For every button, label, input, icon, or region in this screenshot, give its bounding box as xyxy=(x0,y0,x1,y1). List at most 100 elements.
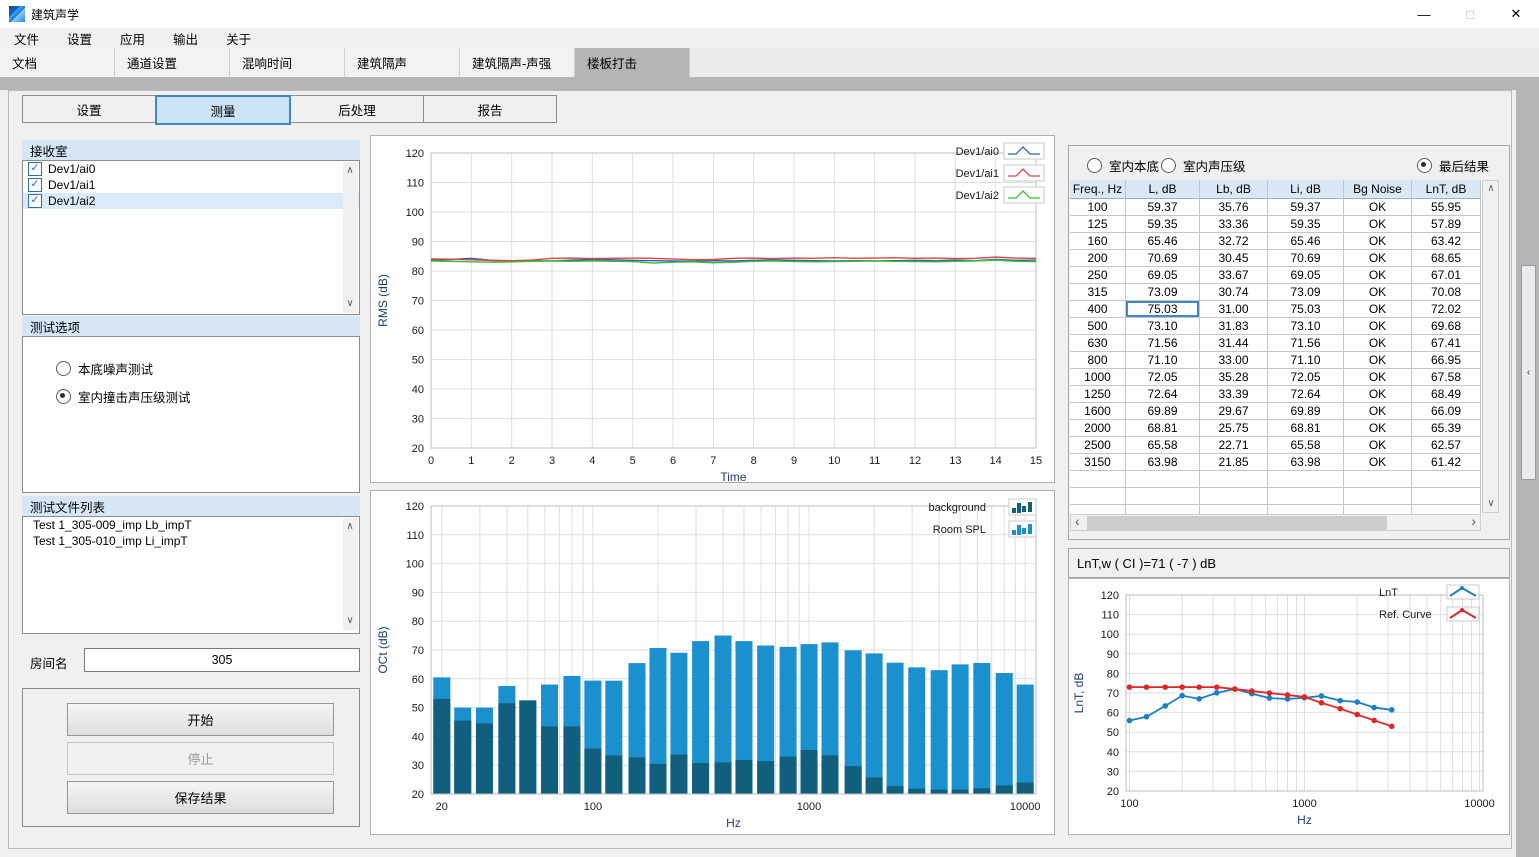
scroll-up-icon[interactable] xyxy=(345,166,355,176)
test-file-list[interactable]: Test 1_305-009_imp Lb_impTTest 1_305-010… xyxy=(22,516,360,634)
table-cell[interactable]: 160 xyxy=(1070,233,1126,250)
table-cell[interactable] xyxy=(1268,488,1344,505)
collapse-panel-button[interactable]: ‹ xyxy=(1521,265,1536,480)
minimize-button[interactable]: — xyxy=(1401,0,1447,28)
table-cell[interactable]: 31.83 xyxy=(1200,318,1268,335)
stop-button[interactable]: 停止 xyxy=(67,742,334,775)
result-filter-0[interactable]: 室内本底 xyxy=(1087,156,1159,175)
table-cell[interactable]: 63.42 xyxy=(1412,233,1481,250)
channel-checkbox[interactable] xyxy=(28,162,42,176)
radio-icon[interactable] xyxy=(1087,158,1102,173)
menu-item-2[interactable]: 应用 xyxy=(106,28,159,48)
table-cell[interactable]: 67.58 xyxy=(1412,369,1481,386)
scroll-up-icon[interactable] xyxy=(345,522,355,532)
table-cell[interactable]: 68.49 xyxy=(1412,386,1481,403)
table-cell[interactable]: 65.58 xyxy=(1268,437,1344,454)
table-cell[interactable] xyxy=(1412,488,1481,505)
file-item-1[interactable]: Test 1_305-010_imp Li_impT xyxy=(23,533,359,549)
receiver-list-scrollbar[interactable] xyxy=(343,162,358,313)
table-cell[interactable]: 31.44 xyxy=(1200,335,1268,352)
file-item-0[interactable]: Test 1_305-009_imp Lb_impT xyxy=(23,517,359,533)
table-cell[interactable]: 72.05 xyxy=(1268,369,1344,386)
scroll-left-icon[interactable] xyxy=(1075,516,1080,529)
scroll-down-icon[interactable] xyxy=(1486,499,1496,509)
table-cell[interactable]: 100 xyxy=(1070,199,1126,216)
table-cell[interactable] xyxy=(1412,471,1481,488)
table-cell[interactable]: 57.89 xyxy=(1412,216,1481,233)
table-cell[interactable]: 67.41 xyxy=(1412,335,1481,352)
table-cell[interactable]: OK xyxy=(1344,233,1412,250)
table-cell[interactable]: 69.05 xyxy=(1126,267,1200,284)
hscroll-thumb[interactable] xyxy=(1087,516,1387,530)
table-cell[interactable]: 68.65 xyxy=(1412,250,1481,267)
table-cell[interactable]: 59.35 xyxy=(1268,216,1344,233)
result-filter-2[interactable]: 最后结果 xyxy=(1417,156,1489,175)
table-cell[interactable] xyxy=(1268,471,1344,488)
table-cell[interactable]: OK xyxy=(1344,335,1412,352)
table-cell[interactable]: 73.10 xyxy=(1268,318,1344,335)
table-cell[interactable]: OK xyxy=(1344,420,1412,437)
table-cell[interactable]: 66.09 xyxy=(1412,403,1481,420)
save-results-button[interactable]: 保存结果 xyxy=(67,781,334,814)
subtab-3[interactable]: 报告 xyxy=(423,95,557,123)
table-cell[interactable]: OK xyxy=(1344,284,1412,301)
table-cell[interactable]: 59.37 xyxy=(1268,199,1344,216)
table-cell[interactable]: 630 xyxy=(1070,335,1126,352)
receiver-channel-list[interactable]: Dev1/ai0Dev1/ai1Dev1/ai2 xyxy=(22,160,360,315)
table-cell[interactable]: OK xyxy=(1344,454,1412,471)
channel-checkbox[interactable] xyxy=(28,178,42,192)
table-cell[interactable]: 73.10 xyxy=(1126,318,1200,335)
table-cell[interactable]: 70.08 xyxy=(1412,284,1481,301)
table-cell[interactable]: 69.89 xyxy=(1268,403,1344,420)
tab-5[interactable]: 楼板打击 xyxy=(575,48,690,77)
file-list-scrollbar[interactable] xyxy=(343,518,358,630)
table-cell[interactable]: 72.64 xyxy=(1126,386,1200,403)
table-cell[interactable]: 75.03 xyxy=(1268,301,1344,318)
table-cell[interactable]: 71.56 xyxy=(1268,335,1344,352)
table-cell[interactable]: 200 xyxy=(1070,250,1126,267)
table-cell[interactable]: OK xyxy=(1344,250,1412,267)
table-cell[interactable]: 69.68 xyxy=(1412,318,1481,335)
table-hscrollbar[interactable] xyxy=(1070,514,1481,531)
table-cell[interactable]: OK xyxy=(1344,267,1412,284)
table-cell[interactable]: 3150 xyxy=(1070,454,1126,471)
table-cell[interactable]: 66.95 xyxy=(1412,352,1481,369)
table-cell[interactable]: 2000 xyxy=(1070,420,1126,437)
table-cell[interactable]: 68.81 xyxy=(1268,420,1344,437)
table-cell[interactable]: OK xyxy=(1344,216,1412,233)
channel-row-0[interactable]: Dev1/ai0 xyxy=(23,161,359,177)
subtab-2[interactable]: 后处理 xyxy=(290,95,424,123)
table-cell[interactable]: OK xyxy=(1344,403,1412,420)
table-cell[interactable] xyxy=(1344,471,1412,488)
table-cell[interactable]: 63.98 xyxy=(1268,454,1344,471)
table-cell[interactable]: 22.71 xyxy=(1200,437,1268,454)
scroll-down-icon[interactable] xyxy=(345,616,355,626)
table-vscrollbar[interactable] xyxy=(1482,180,1499,513)
close-button[interactable]: ✕ xyxy=(1493,0,1539,28)
table-cell[interactable]: 55.95 xyxy=(1412,199,1481,216)
table-cell[interactable] xyxy=(1070,471,1126,488)
table-cell[interactable]: 65.46 xyxy=(1126,233,1200,250)
table-cell[interactable]: 63.98 xyxy=(1126,454,1200,471)
table-cell[interactable]: 29.67 xyxy=(1200,403,1268,420)
table-cell[interactable]: 68.81 xyxy=(1126,420,1200,437)
table-cell[interactable]: 71.56 xyxy=(1126,335,1200,352)
table-cell[interactable]: 125 xyxy=(1070,216,1126,233)
table-cell[interactable] xyxy=(1200,488,1268,505)
result-filter-1[interactable]: 室内声压级 xyxy=(1161,156,1246,175)
table-cell[interactable]: 30.74 xyxy=(1200,284,1268,301)
table-cell[interactable]: 67.01 xyxy=(1412,267,1481,284)
channel-checkbox[interactable] xyxy=(28,194,42,208)
table-cell[interactable]: 71.10 xyxy=(1268,352,1344,369)
table-cell[interactable]: 69.89 xyxy=(1126,403,1200,420)
table-cell[interactable] xyxy=(1126,471,1200,488)
radio-icon[interactable] xyxy=(56,361,71,376)
radio-icon[interactable] xyxy=(1417,158,1432,173)
table-cell[interactable]: 1250 xyxy=(1070,386,1126,403)
table-cell[interactable]: 500 xyxy=(1070,318,1126,335)
test-option-1[interactable]: 室内撞击声压级测试 xyxy=(56,387,191,406)
radio-icon[interactable] xyxy=(1161,158,1176,173)
tab-3[interactable]: 建筑隔声 xyxy=(345,48,460,77)
table-cell[interactable]: OK xyxy=(1344,386,1412,403)
table-cell[interactable] xyxy=(1200,471,1268,488)
